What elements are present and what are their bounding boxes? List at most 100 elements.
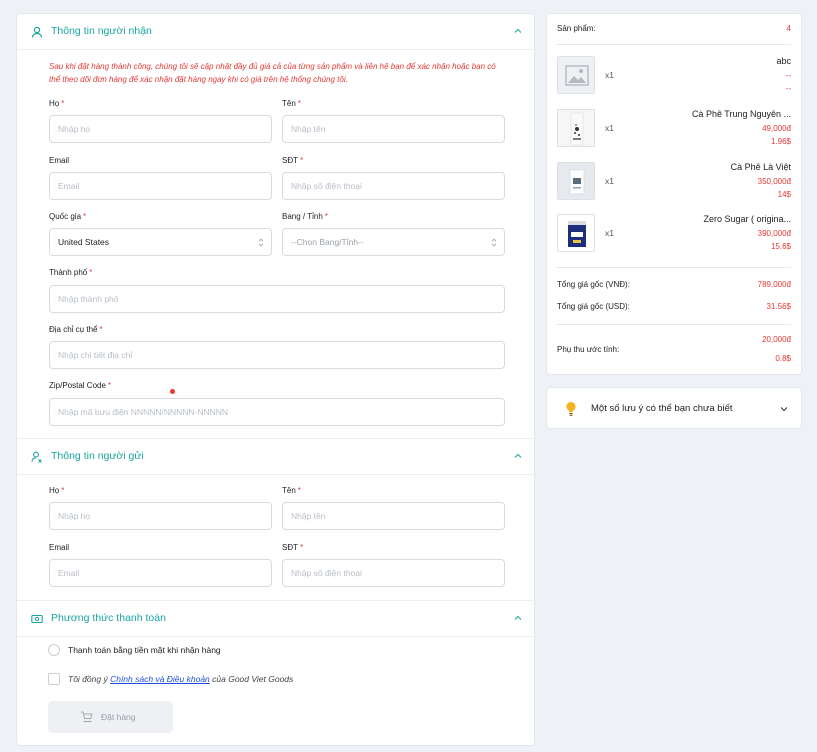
recipient-phone-input[interactable]: Nhập số điện thoại xyxy=(282,172,505,200)
total-usd: 31.56$ xyxy=(766,302,791,311)
sender-last-name-input[interactable]: Nhập họ xyxy=(49,502,272,530)
sender-email-label: Email xyxy=(49,543,70,552)
total-usd-label: Tổng giá gốc (USD): xyxy=(557,302,630,311)
surcharge-label: Phụ thu ước tính: xyxy=(557,345,620,354)
item-qty: x1 xyxy=(605,176,614,186)
product-image-placeholder xyxy=(557,56,595,94)
item-name: Cà Phê Trung Nguyên ... xyxy=(691,109,791,119)
recipient-city-label: Thành phố * xyxy=(49,268,92,277)
required-mark: * xyxy=(297,486,301,495)
select-arrows-icon xyxy=(258,238,264,247)
required-mark: * xyxy=(89,268,93,277)
cart-icon xyxy=(81,711,93,723)
state-select[interactable]: --Chọn Bang/Tỉnh-- xyxy=(282,228,505,256)
label-text: Địa chỉ cụ thể xyxy=(49,325,98,334)
item-qty: x1 xyxy=(605,228,614,238)
recipient-country-label: Quốc gia * xyxy=(49,212,86,221)
label-text: Bang / Tỉnh xyxy=(282,212,323,221)
required-mark: * xyxy=(99,325,103,334)
item-price-usd: 14$ xyxy=(777,190,791,199)
products-count-row: Sản phẩm: 4 xyxy=(557,24,791,33)
item-qty: x1 xyxy=(605,70,614,80)
zero-sugar-jar-image xyxy=(558,215,594,251)
cod-label[interactable]: Thanh toán bằng tiền mặt khi nhận hàng xyxy=(68,645,221,655)
recipient-first-name-label: Tên * xyxy=(282,99,301,108)
item-name: abc xyxy=(776,56,791,66)
recipient-zip-label: Zip/Postal Code * xyxy=(49,381,111,390)
sender-last-name-label: Họ * xyxy=(49,486,64,495)
chevron-down-icon[interactable] xyxy=(780,405,788,413)
cod-radio[interactable] xyxy=(48,644,60,656)
item-name: Cà Phê Là Việt xyxy=(730,162,791,172)
order-summary-card: Sản phẩm: 4 x1 abc -- -- x1 Cà Phê Trung… xyxy=(546,13,802,375)
required-mark: * xyxy=(107,381,112,390)
coffee-bag-image xyxy=(558,110,594,146)
agree-text: Tôi đồng ý Chính sách và Điều khoản của … xyxy=(68,674,293,684)
recipient-section-title: Thông tin người nhận xyxy=(51,25,152,37)
tips-accordion[interactable]: Một số lưu ý có thể bạn chưa biết xyxy=(546,387,802,429)
recipient-section-header[interactable]: Thông tin người nhận xyxy=(17,14,536,50)
total-vnd-label: Tổng giá gốc (VNĐ): xyxy=(557,280,630,289)
item-price-usd: 15.6$ xyxy=(770,242,791,251)
item-qty: x1 xyxy=(605,123,614,133)
country-select[interactable]: United States xyxy=(49,228,272,256)
item-name: Zero Sugar ( origina... xyxy=(703,214,791,224)
required-mark: * xyxy=(300,543,304,552)
recipient-email-input[interactable]: Email xyxy=(49,172,272,200)
label-text: Họ xyxy=(49,486,60,495)
required-mark: * xyxy=(297,99,301,108)
recipient-last-name-label: Họ * xyxy=(49,99,64,108)
sender-phone-input[interactable]: Nhập số điện thoại xyxy=(282,559,505,587)
label-text: Quốc gia xyxy=(49,212,82,221)
lightbulb-icon xyxy=(566,401,576,416)
place-order-button[interactable]: Đặt hàng xyxy=(48,701,173,733)
tips-title: Một số lưu ý có thể bạn chưa biết xyxy=(591,403,733,414)
chevron-up-icon[interactable] xyxy=(514,614,522,622)
user-icon xyxy=(31,26,43,38)
sender-first-name-input[interactable]: Nhập tên xyxy=(282,502,505,530)
recipient-last-name-input[interactable]: Nhập họ xyxy=(49,115,272,143)
item-price-vnd: 350,000đ xyxy=(757,177,791,186)
label-text: SĐT xyxy=(282,543,298,552)
item-price-usd: 1.96$ xyxy=(770,137,791,146)
payment-section-header[interactable]: Phương thức thanh toán xyxy=(17,601,536,637)
surcharge-row: Phụ thu ước tính: xyxy=(557,345,791,354)
item-price-vnd: -- xyxy=(785,71,791,80)
chevron-up-icon[interactable] xyxy=(514,452,522,460)
sender-email-input[interactable]: Email xyxy=(49,559,272,587)
chevron-up-icon[interactable] xyxy=(514,27,522,35)
products-count: 4 xyxy=(786,24,791,33)
recipient-first-name-input[interactable]: Nhập tên xyxy=(282,115,505,143)
recipient-state-label: Bang / Tỉnh * xyxy=(282,212,328,221)
product-image xyxy=(557,214,595,252)
recipient-city-input[interactable]: Nhập thành phố xyxy=(49,285,505,313)
sender-section-title: Thông tin người gửi xyxy=(51,450,144,462)
sender-section-header[interactable]: Thông tin người gửi xyxy=(17,439,536,475)
required-mark: * xyxy=(324,212,328,221)
checkout-form-card: Thông tin người nhận Sau khi đặt hàng th… xyxy=(16,13,536,746)
sender-first-name-label: Tên * xyxy=(282,486,301,495)
required-mark: * xyxy=(61,99,65,108)
validation-dot xyxy=(170,389,175,394)
money-icon xyxy=(31,614,43,624)
agree-checkbox[interactable] xyxy=(48,673,60,685)
label-text: Tên xyxy=(282,486,296,495)
label-text: SĐT xyxy=(282,156,298,165)
select-arrows-icon xyxy=(491,238,497,247)
terms-link[interactable]: Chính sách và Điều khoản xyxy=(110,674,210,684)
recipient-phone-label: SĐT * xyxy=(282,156,303,165)
recipient-zip-input[interactable]: Nhập mã bưu điện NNNNN/NNNNN-NNNNN xyxy=(49,398,505,426)
payment-section-title: Phương thức thanh toán xyxy=(51,612,166,624)
surcharge-usd: 0.8$ xyxy=(775,354,791,363)
required-mark: * xyxy=(61,486,65,495)
coffee-box-image xyxy=(558,163,594,199)
product-image xyxy=(557,162,595,200)
products-label: Sản phẩm: xyxy=(557,24,596,33)
total-vnd-row: Tổng giá gốc (VNĐ): 789,000đ xyxy=(557,280,791,289)
label-text: Tên xyxy=(282,99,296,108)
agree-suffix: của Good Viet Goods xyxy=(212,674,294,684)
item-price-vnd: 49,000đ xyxy=(762,124,791,133)
recipient-address-input[interactable]: Nhập chi tiết địa chỉ xyxy=(49,341,505,369)
agree-prefix: Tôi đồng ý xyxy=(68,674,108,684)
sender-phone-label: SĐT * xyxy=(282,543,303,552)
